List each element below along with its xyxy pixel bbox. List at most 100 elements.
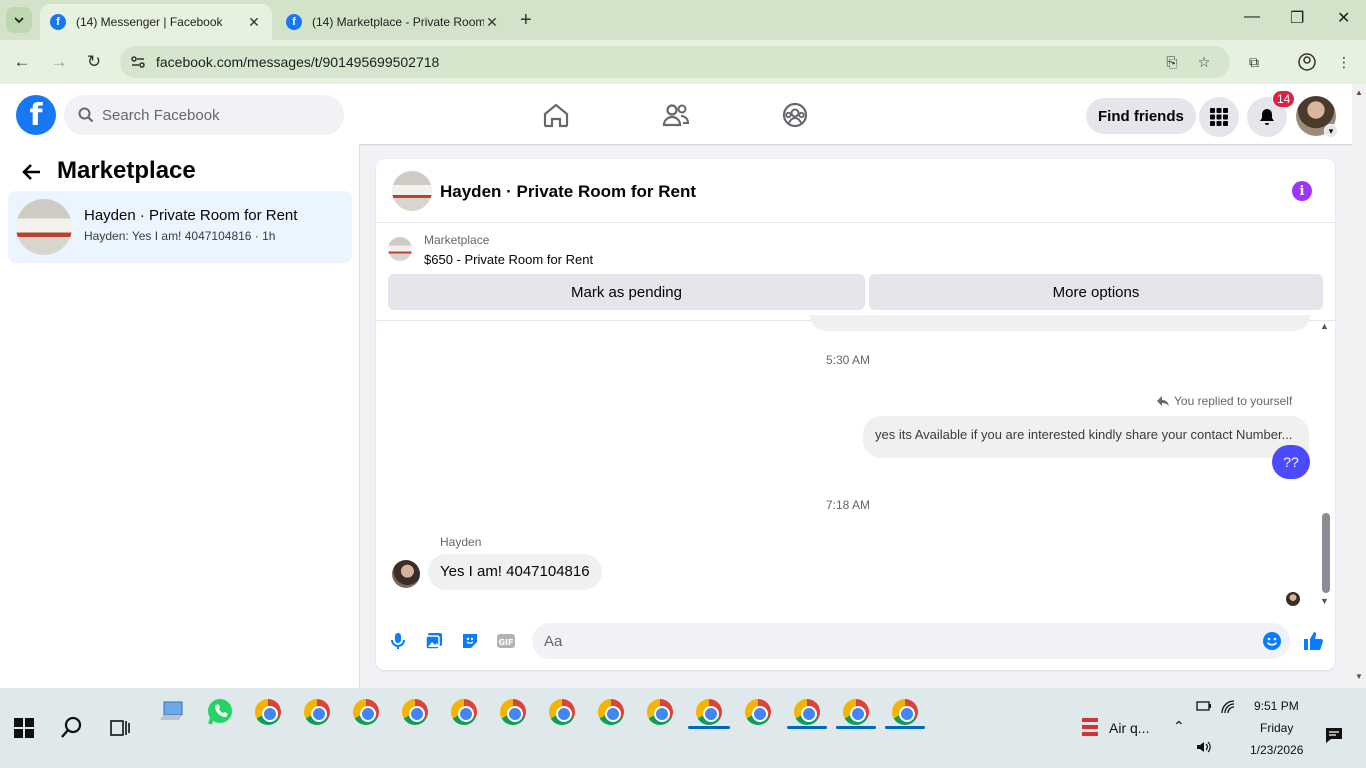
marketplace-inbox-panel: Marketplace Hayden · Private Room for Re… — [0, 144, 360, 688]
conversation-item[interactable]: Hayden · Private Room for Rent Hayden: Y… — [8, 191, 352, 263]
emoji-icon[interactable] — [1262, 631, 1282, 651]
chrome-profile-icon[interactable] — [693, 696, 725, 728]
listing-title[interactable]: $650 - Private Room for Rent — [424, 252, 593, 267]
panel-title: Marketplace — [57, 157, 196, 184]
sender-avatar[interactable] — [392, 560, 420, 588]
address-bar[interactable]: facebook.com/messages/t/901495699502718 — [120, 46, 1230, 78]
chrome-profile-icon[interactable] — [595, 696, 627, 728]
battery-icon[interactable] — [1196, 700, 1212, 712]
clock-date[interactable]: 1/23/2026 — [1250, 743, 1303, 757]
outgoing-message-short[interactable]: ?? — [1272, 445, 1310, 479]
chrome-profile-icon[interactable] — [644, 696, 676, 728]
running-app-indicator — [885, 726, 925, 729]
facebook-logo-icon[interactable]: f — [16, 95, 56, 135]
home-icon[interactable] — [541, 100, 571, 130]
chrome-profile-icon[interactable] — [889, 696, 921, 728]
weather-text[interactable]: Air q... — [1109, 720, 1149, 736]
thumbs-up-icon[interactable] — [1302, 630, 1324, 652]
timestamp: 7:18 AM — [825, 498, 871, 512]
chrome-profile-icon[interactable] — [546, 696, 578, 728]
info-icon[interactable]: i — [1292, 181, 1312, 201]
chrome-icon[interactable] — [252, 696, 284, 728]
more-options-button[interactable]: More options — [869, 274, 1323, 310]
friends-icon[interactable] — [661, 100, 691, 130]
whatsapp-icon[interactable] — [204, 696, 236, 728]
minimize-button[interactable]: — — [1244, 8, 1260, 26]
new-tab-button[interactable]: + — [520, 9, 532, 32]
bookmark-star-icon[interactable]: ☆ — [1194, 52, 1214, 72]
wifi-icon[interactable] — [1221, 700, 1235, 714]
tab-title: (14) Messenger | Facebook — [76, 15, 223, 29]
account-avatar[interactable]: ▾ — [1296, 96, 1338, 138]
tab-marketplace[interactable]: f (14) Marketplace - Private Room ✕ — [276, 4, 510, 40]
browser-menu-icon[interactable]: ⋮ — [1334, 52, 1354, 72]
chat-panel: Hayden · Private Room for Rent i Marketp… — [376, 159, 1335, 670]
notification-badge: 14 — [1272, 90, 1296, 108]
previous-message-bubble — [810, 315, 1310, 331]
message-input-box[interactable] — [532, 623, 1290, 659]
menu-button[interactable] — [1199, 97, 1239, 137]
forward-button[interactable]: → — [47, 50, 71, 74]
tab-search-button[interactable] — [6, 7, 32, 33]
tab-messenger[interactable]: f (14) Messenger | Facebook ✕ — [40, 4, 272, 40]
chat-title[interactable]: Hayden · Private Room for Rent — [440, 182, 696, 202]
laptop-app-icon[interactable] — [156, 696, 188, 728]
gif-icon[interactable]: GIF — [496, 631, 516, 651]
install-app-icon[interactable]: ⎘ — [1162, 52, 1182, 72]
profile-icon[interactable] — [1297, 52, 1317, 72]
chrome-profile-icon[interactable] — [399, 696, 431, 728]
reload-button[interactable]: ↻ — [82, 50, 106, 74]
chrome-profile-icon[interactable] — [350, 696, 382, 728]
restore-button[interactable]: ❐ — [1290, 8, 1304, 28]
volume-icon[interactable] — [1196, 740, 1212, 754]
microphone-icon[interactable] — [388, 631, 408, 651]
back-arrow-icon[interactable] — [22, 162, 42, 188]
chat-thumbnail[interactable] — [392, 171, 432, 211]
chrome-profile-icon[interactable] — [840, 696, 872, 728]
close-icon[interactable]: ✕ — [484, 14, 500, 31]
running-app-indicator — [836, 726, 876, 729]
chrome-profile-icon[interactable] — [791, 696, 823, 728]
site-settings-icon[interactable] — [130, 54, 146, 70]
grid-menu-icon — [1210, 108, 1228, 126]
active-app-indicator — [688, 726, 730, 729]
search-icon[interactable] — [60, 715, 84, 739]
windows-start-icon[interactable] — [14, 718, 34, 738]
chrome-profile-icon[interactable] — [301, 696, 333, 728]
groups-icon[interactable] — [780, 100, 810, 130]
conversation-preview: Hayden: Yes I am! 4047104816 · 1h — [84, 229, 276, 243]
chrome-profile-icon[interactable] — [497, 696, 529, 728]
extensions-icon[interactable]: ⧉ — [1244, 52, 1264, 72]
back-button[interactable]: ← — [10, 50, 34, 74]
message-composer: GIF — [376, 619, 1335, 663]
find-friends-button[interactable]: Find friends — [1086, 98, 1196, 134]
page-scrollbar[interactable]: ▲ ▼ — [1352, 84, 1366, 688]
facebook-search[interactable] — [64, 95, 344, 135]
listing-thumbnail[interactable] — [388, 237, 412, 261]
scroll-down-arrow-icon[interactable]: ▼ — [1355, 672, 1363, 681]
scroll-up-arrow-icon[interactable]: ▲ — [1355, 88, 1363, 97]
sticker-icon[interactable] — [460, 631, 480, 651]
clock-time[interactable]: 9:51 PM — [1254, 699, 1299, 713]
notification-center-icon[interactable] — [1324, 726, 1344, 746]
photo-icon[interactable] — [424, 631, 444, 651]
weather-icon[interactable] — [1080, 716, 1100, 738]
clock-day[interactable]: Friday — [1260, 721, 1293, 735]
search-input[interactable] — [102, 106, 322, 124]
scroll-down-arrow-icon[interactable]: ▼ — [1320, 596, 1329, 606]
scrollbar-thumb[interactable] — [1322, 513, 1330, 593]
chevron-up-icon[interactable]: ⌃ — [1173, 718, 1185, 735]
outgoing-message[interactable]: yes its Available if you are interested … — [863, 416, 1309, 458]
chrome-profile-icon[interactable] — [742, 696, 774, 728]
close-icon[interactable]: ✕ — [246, 14, 262, 31]
task-view-icon[interactable] — [110, 718, 130, 738]
browser-toolbar: ← → ↻ facebook.com/messages/t/9014956995… — [0, 40, 1366, 84]
chrome-profile-icon[interactable] — [448, 696, 480, 728]
seen-receipt-avatar — [1286, 592, 1300, 606]
scroll-up-arrow-icon[interactable]: ▲ — [1320, 321, 1329, 331]
message-input[interactable] — [544, 632, 1244, 650]
incoming-message[interactable]: Yes I am! 4047104816 — [428, 554, 602, 590]
close-window-button[interactable]: ✕ — [1337, 8, 1350, 28]
svg-text:GIF: GIF — [498, 638, 513, 647]
mark-as-pending-button[interactable]: Mark as pending — [388, 274, 865, 310]
